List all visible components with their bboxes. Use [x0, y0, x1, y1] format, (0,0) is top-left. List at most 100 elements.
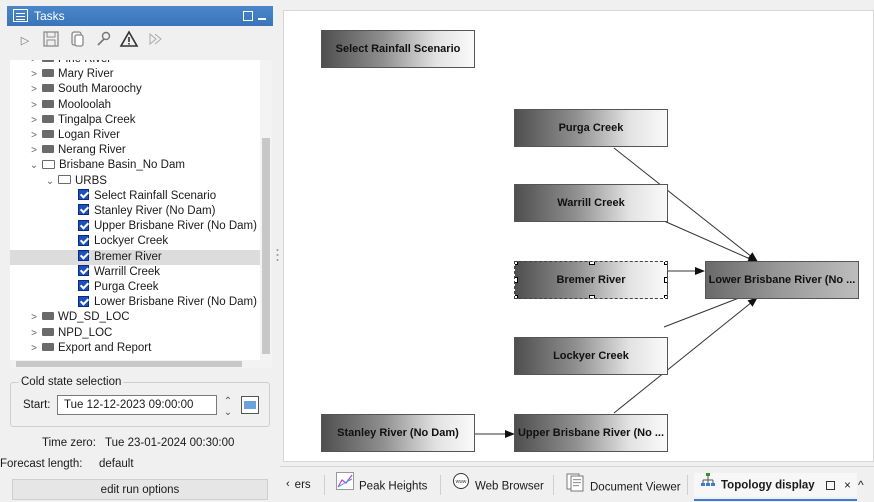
start-datetime-field[interactable]: Tue 12-12-2023 09:00:00: [57, 395, 217, 415]
tree-item[interactable]: Stanley River (No Dam): [10, 204, 260, 219]
tree-item[interactable]: > NPD_LOC: [10, 326, 260, 341]
task-tree[interactable]: > Pine River > Mary River > South Maroochy > Mo…: [10, 60, 260, 360]
chevron-down-icon[interactable]: ⌄: [44, 174, 56, 189]
tasks-title-bar[interactable]: Tasks: [7, 6, 273, 26]
document-icon: [565, 472, 585, 501]
tab-peak-heights[interactable]: Peak Heights: [336, 472, 427, 499]
resize-handle[interactable]: [664, 277, 667, 283]
checkbox-checked[interactable]: [78, 189, 89, 201]
node-warrill-creek[interactable]: Warrill Creek: [514, 184, 668, 222]
tree-item[interactable]: > Mary River: [10, 67, 260, 82]
folder-icon: [42, 69, 54, 78]
warning-icon[interactable]: [118, 30, 140, 52]
resize-handle[interactable]: [664, 295, 667, 298]
tree-item-label: Lower Brisbane River (No Dam): [94, 296, 257, 309]
topology-canvas[interactable]: Select Rainfall Scenario Purga Creek War…: [283, 10, 874, 462]
tree-item[interactable]: > Nerang River: [10, 143, 260, 158]
network-icon: [700, 472, 716, 497]
checkbox-checked[interactable]: [78, 204, 89, 216]
calendar-icon[interactable]: [241, 396, 259, 414]
tree-item[interactable]: Lockyer Creek: [10, 234, 260, 249]
chevron-right-icon[interactable]: >: [28, 310, 40, 325]
chevron-up-icon[interactable]: ^: [858, 473, 864, 497]
scrollbar-thumb[interactable]: [16, 361, 242, 367]
cold-state-group: Cold state selection Start: Tue 12-12-20…: [10, 376, 270, 427]
resize-handle[interactable]: [664, 262, 667, 265]
tree-item[interactable]: > Mooloolah: [10, 98, 260, 113]
scrollbar-thumb[interactable]: [262, 138, 270, 354]
resize-handle[interactable]: [515, 262, 518, 265]
tree-item[interactable]: Warrill Creek: [10, 265, 260, 280]
resize-handle[interactable]: [589, 262, 595, 265]
node-stanley-river[interactable]: Stanley River (No Dam): [321, 414, 475, 452]
tree-item[interactable]: Purga Creek: [10, 280, 260, 295]
tree-item[interactable]: > South Maroochy: [10, 82, 260, 97]
node-upper-brisbane-river[interactable]: Upper Brisbane River (No ...: [514, 414, 668, 452]
tab-partial[interactable]: ‹ ers: [286, 473, 311, 497]
checkbox-checked[interactable]: [78, 234, 89, 246]
tree-item[interactable]: Lower Brisbane River (No Dam): [10, 295, 260, 310]
line-chart-icon: [336, 472, 354, 499]
checkbox-checked[interactable]: [78, 280, 89, 292]
tab-document-viewer[interactable]: Document Viewer: [565, 473, 681, 497]
run-icon[interactable]: ▷: [14, 30, 36, 52]
tasks-icon: [13, 9, 28, 22]
tab-topology-display[interactable]: Topology display ×: [694, 472, 857, 501]
resize-handle[interactable]: [515, 277, 518, 283]
checkbox-checked[interactable]: [78, 250, 89, 262]
chevron-right-icon[interactable]: >: [28, 60, 40, 67]
tree-item[interactable]: ⌄ URBS: [10, 174, 260, 189]
tree-item[interactable]: > Export and Report: [10, 341, 260, 356]
tree-item-label: NPD_LOC: [58, 326, 113, 339]
forecast-length-label: Forecast length:: [0, 458, 83, 470]
close-icon[interactable]: ×: [844, 480, 851, 492]
copy-icon[interactable]: [66, 30, 88, 52]
node-lockyer-creek[interactable]: Lockyer Creek: [514, 337, 668, 375]
resize-handle[interactable]: [515, 295, 518, 298]
checkbox-checked[interactable]: [78, 219, 89, 231]
tree-item[interactable]: > Pine River: [10, 60, 260, 67]
tab-label: Document Viewer: [590, 481, 681, 494]
chevron-right-icon[interactable]: >: [28, 67, 40, 82]
save-icon[interactable]: [40, 30, 62, 52]
tree-item-label: Mooloolah: [58, 98, 112, 111]
node-purga-creek[interactable]: Purga Creek: [514, 109, 668, 147]
tree-item-label: Pine River: [58, 60, 111, 65]
chevron-right-icon[interactable]: >: [28, 143, 40, 158]
chevron-right-icon[interactable]: >: [28, 326, 40, 341]
tree-item-label: Nerang River: [58, 144, 126, 157]
edit-run-options-button[interactable]: edit run options: [12, 479, 268, 500]
tree-horizontal-scrollbar[interactable]: [10, 360, 272, 368]
chevron-down-icon[interactable]: ⌄: [28, 158, 40, 173]
tree-item[interactable]: > Tingalpa Creek: [10, 113, 260, 128]
tree-item[interactable]: Bremer River: [10, 249, 260, 265]
node-bremer-river[interactable]: Bremer River: [514, 261, 668, 299]
tree-item[interactable]: > Logan River: [10, 128, 260, 143]
chevron-right-icon[interactable]: >: [28, 341, 40, 356]
checkbox-checked[interactable]: [78, 295, 89, 307]
tree-item[interactable]: Upper Brisbane River (No Dam): [10, 219, 260, 234]
chevron-left-icon[interactable]: ‹: [286, 472, 290, 496]
chevron-right-icon[interactable]: >: [28, 128, 40, 143]
tree-item[interactable]: > WD_SD_LOC: [10, 310, 260, 325]
node-lower-brisbane-river[interactable]: Lower Brisbane River (No ...: [705, 261, 859, 299]
wrench-icon[interactable]: [92, 30, 114, 52]
node-select-rainfall-scenario[interactable]: Select Rainfall Scenario: [321, 30, 475, 68]
spinner-icon[interactable]: ⌃ ⌄: [221, 396, 235, 418]
skip-icon[interactable]: [144, 30, 166, 52]
folder-icon: [42, 312, 54, 321]
maximize-icon[interactable]: [243, 11, 253, 21]
minimize-icon[interactable]: [258, 18, 266, 20]
maximize-icon[interactable]: [825, 481, 835, 490]
checkbox-checked[interactable]: [78, 265, 89, 277]
tree-vertical-scrollbar[interactable]: [260, 60, 272, 360]
splitter-handle[interactable]: [276, 248, 279, 262]
tab-web-browser[interactable]: www Web Browser: [452, 473, 544, 497]
resize-handle[interactable]: [589, 295, 595, 298]
chevron-right-icon[interactable]: >: [28, 98, 40, 113]
chevron-right-icon[interactable]: >: [28, 113, 40, 128]
tree-item[interactable]: ⌄ Brisbane Basin_No Dam: [10, 158, 260, 173]
time-zero-label: Time zero:: [42, 437, 96, 449]
chevron-right-icon[interactable]: >: [28, 82, 40, 97]
tree-item[interactable]: Select Rainfall Scenario: [10, 189, 260, 204]
